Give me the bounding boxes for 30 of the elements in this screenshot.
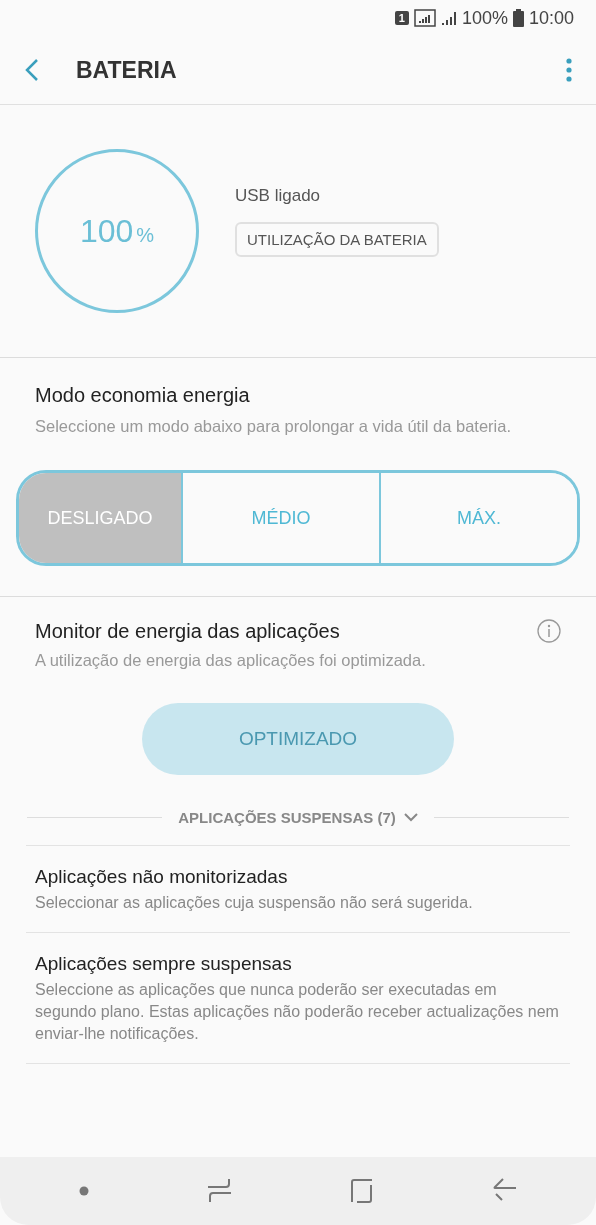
section-title: Monitor de energia das aplicações [35, 619, 340, 643]
battery-gauge: 100% [35, 149, 199, 313]
settings-item[interactable]: Aplicações sempre suspensas Seleccione as aplicações que nunca poderão ser executadas em segundo plano. Estas aplicações não poderão receber actualizações nem enviar-lhe notificações. [26, 932, 570, 1064]
more-vertical-icon [566, 58, 572, 82]
section-title: Modo economia energia [35, 384, 251, 407]
signal-icon [440, 10, 457, 26]
charging-status: USB ligado [235, 185, 321, 206]
battery-percent: 100% [461, 7, 508, 29]
dot-icon[interactable] [79, 1186, 90, 1196]
clock: 10:00 [528, 7, 574, 29]
settings-item[interactable]: Aplicações não monitorizadas Seleccionar as aplicações cuja suspensão não será sugerida. [26, 845, 570, 932]
battery-icon [512, 9, 524, 27]
home-icon[interactable] [350, 1178, 375, 1204]
item-title: Aplicações não monitorizadas [35, 866, 289, 888]
battery-usage-button[interactable]: UTILIZAÇÃO DA BATERIA [235, 221, 439, 257]
item-title: Aplicações sempre suspensas [35, 953, 293, 975]
section-description: A utilização de energia das aplicações foi optimizada. [35, 650, 427, 671]
sim-badge: 1 [394, 11, 409, 25]
recent-apps-icon[interactable] [207, 1177, 232, 1205]
page-title: BATERIA [76, 56, 178, 84]
item-description: Seleccionar as aplicações cuja suspensão não será sugerida. [35, 893, 474, 913]
signal-icon [413, 9, 436, 27]
item-description: Seleccione as aplicações que nunca poderão ser executadas em segundo plano. Estas aplicações não poderão receber actualizações nem enviar-lhe notificações. [35, 980, 560, 1044]
suspended-apps-toggle[interactable]: APLICAÇÕES SUSPENSAS (7) [172, 808, 424, 827]
mode-option[interactable]: MÁX. [379, 473, 577, 563]
chevron-down-icon [403, 813, 418, 822]
mode-option[interactable]: DESLIGADO [19, 473, 181, 563]
chevron-left-icon [24, 58, 40, 82]
section-description: Seleccione um modo abaixo para prolongar a vida útil da bateria. [35, 416, 513, 437]
info-icon [537, 619, 561, 643]
